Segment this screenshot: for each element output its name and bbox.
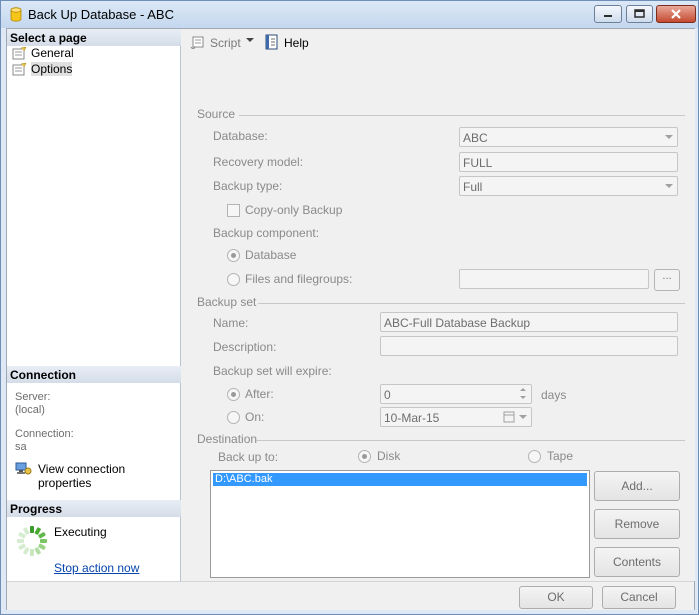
window-title: Back Up Database - ABC <box>28 7 174 22</box>
destination-tape-radio[interactable] <box>528 450 541 463</box>
backup-name-label: Name: <box>213 316 249 330</box>
help-button[interactable]: Help <box>264 34 309 50</box>
minimize-button[interactable] <box>594 5 622 23</box>
toolbar: Script Help <box>182 29 695 57</box>
select-page-header: Select a page <box>7 29 181 46</box>
recovery-model-label: Recovery model: <box>213 155 304 169</box>
expire-after-label: After: <box>245 387 274 401</box>
expire-label: Backup set will expire: <box>213 364 332 378</box>
back-up-to-label: Back up to: <box>218 450 279 464</box>
backup-name-value: ABC-Full Database Backup <box>384 316 531 330</box>
page-item-label: Options <box>31 62 73 76</box>
destination-group-label: Destination <box>197 432 258 446</box>
expire-on-label: On: <box>245 410 265 424</box>
backup-dialog-window: Back Up Database - ABC Select a page Gen… <box>0 0 699 615</box>
expire-on-value: 10-Mar-15 <box>384 411 440 425</box>
backup-component-label: Backup component: <box>213 226 320 240</box>
connection-header: Connection <box>7 366 181 383</box>
backup-type-label: Backup type: <box>213 179 283 193</box>
destination-list[interactable]: D:\ABC.bak <box>210 470 590 578</box>
page-icon <box>12 47 27 60</box>
source-group-divider <box>239 115 685 116</box>
progress-spinner-icon <box>17 526 47 556</box>
close-icon <box>671 9 681 19</box>
destination-disk-radio[interactable] <box>358 450 371 463</box>
server-value: (local) <box>15 404 45 416</box>
copy-only-label: Copy-only Backup <box>245 203 343 217</box>
recovery-model-field: FULL <box>459 152 678 172</box>
destination-group-divider <box>256 440 685 441</box>
source-group-label: Source <box>197 107 236 121</box>
component-files-radio[interactable] <box>227 273 240 286</box>
destination-disk-label: Disk <box>377 449 401 463</box>
add-destination-button[interactable]: Add... <box>594 471 680 501</box>
days-label: days <box>541 388 567 402</box>
chevron-down-icon <box>665 135 673 139</box>
recovery-model-value: FULL <box>463 156 493 170</box>
minimize-icon <box>604 15 612 17</box>
backup-type-value: Full <box>463 180 483 194</box>
page-icon <box>12 63 27 76</box>
maximize-button[interactable] <box>626 5 653 23</box>
chevron-down-icon <box>519 415 527 419</box>
help-label: Help <box>284 36 309 50</box>
script-label: Script <box>210 36 241 50</box>
script-icon <box>190 36 204 49</box>
backup-set-group-label: Backup set <box>197 295 257 309</box>
help-icon <box>265 34 278 50</box>
expire-after-value: 0 <box>384 388 391 402</box>
spin-up-icon[interactable] <box>517 386 530 394</box>
cancel-button[interactable]: Cancel <box>602 586 676 609</box>
progress-header: Progress <box>7 500 181 517</box>
filegroups-field[interactable] <box>459 269 649 289</box>
connection-properties-icon <box>15 462 32 475</box>
connection-label: Connection: <box>15 428 74 440</box>
page-item-label: General <box>31 46 74 60</box>
view-connection-properties-label: View connection properties <box>38 462 126 490</box>
description-label: Description: <box>213 340 277 354</box>
chevron-down-icon <box>665 184 673 188</box>
component-database-label: Database <box>245 248 297 262</box>
filegroups-browse-button[interactable]: ... <box>654 269 680 291</box>
backup-name-input[interactable]: ABC-Full Database Backup <box>380 312 678 332</box>
contents-button[interactable]: Contents <box>594 547 680 577</box>
copy-only-checkbox[interactable] <box>227 204 240 217</box>
remove-destination-button[interactable]: Remove <box>594 509 680 539</box>
title-bar[interactable]: Back Up Database - ABC <box>1 1 698 28</box>
destination-tape-label: Tape <box>547 449 574 463</box>
dialog-client-area: Select a page General Options Connection… <box>6 28 695 610</box>
calendar-icon <box>503 411 515 423</box>
left-pane: Select a page General Options Connection… <box>7 29 181 581</box>
page-item-options[interactable]: Options <box>10 62 73 77</box>
expire-on-radio[interactable] <box>227 411 240 424</box>
close-button[interactable] <box>656 5 696 23</box>
script-dropdown[interactable] <box>245 35 255 48</box>
component-files-label: Files and filegroups: <box>245 272 353 286</box>
list-item[interactable]: D:\ABC.bak <box>213 473 587 486</box>
script-button[interactable]: Script <box>190 36 241 50</box>
database-select[interactable]: ABC <box>459 127 678 147</box>
maximize-icon <box>634 9 645 18</box>
spin-down-icon[interactable] <box>517 394 530 402</box>
options-content: Source Database: ABC Recovery model: FUL… <box>182 57 695 581</box>
view-connection-properties-link[interactable]: View connection properties <box>15 462 180 490</box>
expire-after-spinner[interactable]: 0 <box>380 384 532 404</box>
backup-set-group-divider <box>258 303 685 304</box>
connection-value: sa <box>15 441 27 453</box>
database-label: Database: <box>213 129 268 143</box>
expire-on-date-picker[interactable]: 10-Mar-15 <box>380 407 532 427</box>
progress-status: Executing <box>54 525 107 539</box>
backup-type-select[interactable]: Full <box>459 176 678 196</box>
chevron-down-icon <box>246 38 254 42</box>
dialog-footer: OK Cancel <box>7 581 694 610</box>
expire-after-radio[interactable] <box>227 388 240 401</box>
server-label: Server: <box>15 391 51 403</box>
database-icon <box>10 7 22 22</box>
component-database-radio[interactable] <box>227 249 240 262</box>
description-input[interactable] <box>380 336 678 356</box>
page-item-general[interactable]: General <box>10 46 74 61</box>
stop-action-link[interactable]: Stop action now <box>54 561 139 575</box>
ok-button[interactable]: OK <box>519 586 593 609</box>
database-value: ABC <box>463 131 488 145</box>
